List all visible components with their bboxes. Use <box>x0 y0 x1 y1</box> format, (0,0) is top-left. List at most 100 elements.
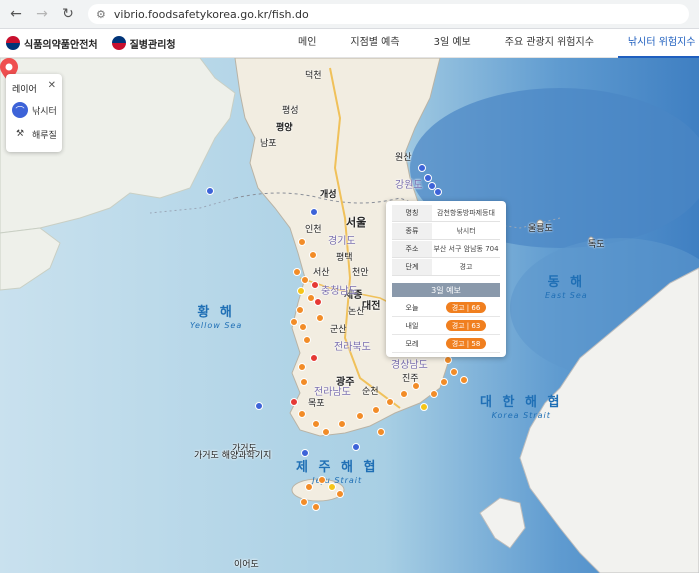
nav-main[interactable]: 메인 <box>298 29 316 57</box>
station-marker[interactable] <box>386 398 394 406</box>
station-marker[interactable] <box>338 420 346 428</box>
kdca-logo-text: 질병관리청 <box>129 39 176 51</box>
place-label: 논산 <box>348 307 365 317</box>
main-nav: 메인 지점별 예측 3일 예보 주요 관광지 위험지수 낚시터 위험지수 <box>298 29 699 58</box>
sea-label-yellow-ko: 황 해 <box>197 305 235 320</box>
place-label: 경기도 <box>328 236 356 247</box>
place-label: 원산 <box>395 153 412 163</box>
sea-label-jeju-strait-ko: 제 주 해 협 <box>296 460 379 475</box>
place-label: 전라북도 <box>334 342 371 353</box>
nav-fishing-risk[interactable]: 낚시터 위험지수 <box>617 29 699 58</box>
station-marker[interactable] <box>290 398 298 406</box>
sea-label-yellow: 황 해 Yellow Sea <box>190 301 242 330</box>
station-marker[interactable] <box>299 323 307 331</box>
mfds-logo[interactable]: 식품의약품안전처 <box>6 36 98 51</box>
kdca-logo[interactable]: 질병관리청 <box>111 36 176 51</box>
forecast-day: 내일 <box>405 321 419 330</box>
close-icon[interactable]: ✕ <box>48 80 56 91</box>
station-marker[interactable] <box>352 443 360 451</box>
station-marker[interactable] <box>372 406 380 414</box>
nav-site-forecast[interactable]: 지점별 예측 <box>350 29 399 57</box>
station-marker[interactable] <box>318 476 326 484</box>
layer-panel: 레이어 ✕ ⌒ 낚시터 ⚒ 해루질 <box>6 74 62 152</box>
station-marker[interactable] <box>298 238 306 246</box>
station-marker[interactable] <box>328 483 336 491</box>
station-marker[interactable] <box>311 281 319 289</box>
station-marker[interactable] <box>336 490 344 498</box>
station-marker[interactable] <box>322 428 330 436</box>
station-marker[interactable] <box>296 306 304 314</box>
place-label: 천안 <box>352 268 369 278</box>
station-marker[interactable] <box>206 187 214 195</box>
station-marker[interactable] <box>305 483 313 491</box>
layer-item-tidal[interactable]: ⚒ 해루질 <box>12 126 57 142</box>
info-key: 종류 <box>392 223 432 240</box>
mfds-emblem-icon <box>6 36 20 50</box>
forecast-day: 오늘 <box>405 303 419 312</box>
url-text: vibrio.foodsafetykorea.go.kr/fish.do <box>113 7 309 21</box>
address-bar[interactable]: ⚙ vibrio.foodsafetykorea.go.kr/fish.do <box>88 4 689 24</box>
station-marker[interactable] <box>310 354 318 362</box>
info-row-name: 명칭 감천항동방파제등대 <box>392 205 500 222</box>
place-label: 서울 <box>346 216 367 229</box>
station-marker[interactable] <box>418 164 426 172</box>
station-marker[interactable] <box>309 251 317 259</box>
station-marker[interactable] <box>412 382 420 390</box>
station-marker[interactable] <box>377 428 385 436</box>
station-marker[interactable] <box>298 410 306 418</box>
station-marker[interactable] <box>297 287 305 295</box>
forward-icon[interactable]: → <box>32 4 52 24</box>
sea-label-east-ko: 동 해 <box>547 275 586 290</box>
place-label: 덕천 <box>305 71 322 81</box>
station-marker[interactable] <box>430 390 438 398</box>
sea-label-korea-strait-ko: 대 한 해 협 <box>480 395 563 410</box>
station-marker[interactable] <box>400 390 408 398</box>
station-marker[interactable] <box>356 412 364 420</box>
nav-3day-forecast[interactable]: 3일 예보 <box>434 29 471 57</box>
site-info-icon[interactable]: ⚙ <box>96 8 106 21</box>
place-label: 서산 <box>313 268 330 278</box>
map[interactable]: 황 해 Yellow Sea 동 해 East Sea 대 한 해 협 Kore… <box>0 58 699 573</box>
station-marker[interactable] <box>301 449 309 457</box>
place-label: 강원도 <box>395 180 423 191</box>
station-marker[interactable] <box>434 188 442 196</box>
station-marker[interactable] <box>301 276 309 284</box>
sea-label-east-en: East Sea <box>545 291 588 300</box>
forecast-row-today: 오늘 경고 | 66 <box>392 299 500 317</box>
station-marker[interactable] <box>300 378 308 386</box>
station-marker[interactable] <box>298 363 306 371</box>
station-marker[interactable] <box>300 498 308 506</box>
nav-tourist-risk[interactable]: 주요 관광지 위험지수 <box>505 29 594 57</box>
station-marker[interactable] <box>316 314 324 322</box>
place-label: 충청남도 <box>321 286 358 297</box>
browser-toolbar: ← → ↻ ⚙ vibrio.foodsafetykorea.go.kr/fis… <box>0 0 699 29</box>
station-marker[interactable] <box>310 208 318 216</box>
info-key: 명칭 <box>392 205 432 222</box>
station-marker[interactable] <box>312 420 320 428</box>
station-marker[interactable] <box>444 356 452 364</box>
station-marker[interactable] <box>424 174 432 182</box>
station-marker[interactable] <box>440 378 448 386</box>
info-row-level: 단계 경고 <box>392 259 500 276</box>
station-marker[interactable] <box>312 503 320 511</box>
station-marker[interactable] <box>255 402 263 410</box>
station-marker[interactable] <box>420 403 428 411</box>
forecast-badge: 경고 | 58 <box>446 338 486 349</box>
station-marker[interactable] <box>303 336 311 344</box>
reload-icon[interactable]: ↻ <box>58 4 78 24</box>
station-marker[interactable] <box>460 376 468 384</box>
station-marker[interactable] <box>293 268 301 276</box>
info-row-address: 주소 부산 서구 암남동 704 <box>392 241 500 258</box>
station-marker[interactable] <box>450 368 458 376</box>
place-label: 평택 <box>336 253 353 263</box>
kdca-emblem-icon <box>111 36 126 50</box>
place-label: 인천 <box>305 225 322 235</box>
sea-label-east: 동 해 East Sea <box>545 271 588 300</box>
layer-item-fishing[interactable]: ⌒ 낚시터 <box>12 102 57 118</box>
mfds-logo-text: 식품의약품안전처 <box>24 39 98 51</box>
place-label: 평양 <box>276 123 293 133</box>
station-marker[interactable] <box>314 298 322 306</box>
place-label: 이어도 <box>234 560 259 570</box>
station-marker[interactable] <box>290 318 298 326</box>
back-icon[interactable]: ← <box>6 4 26 24</box>
